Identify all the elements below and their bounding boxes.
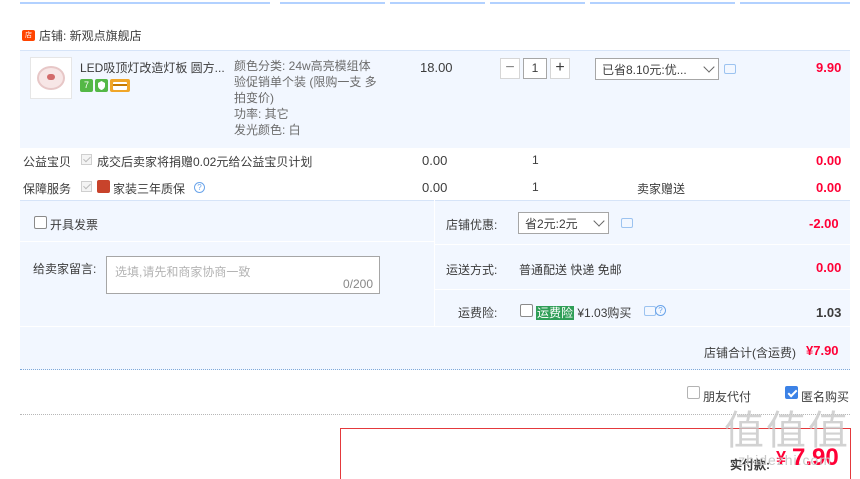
shop-discount-select[interactable]: 省2元:2元 [518, 212, 609, 234]
charity-subtotal: 0.00 [816, 153, 842, 168]
shop-row: 店 店铺: 新观点旗舰店 [22, 27, 142, 43]
warranty-label: 保障服务 [23, 182, 72, 196]
card-payment-icon[interactable] [110, 79, 130, 92]
insurance-amount: 1.03 [816, 305, 842, 320]
seven-day-return-icon[interactable]: 7 [80, 79, 93, 92]
invoice-checkbox[interactable] [34, 216, 47, 232]
charity-label: 公益宝贝 [23, 155, 72, 169]
warranty-qty: 1 [532, 180, 539, 194]
chevron-down-icon [703, 61, 715, 73]
chevron-down-icon [593, 215, 605, 227]
table-header-underline [0, 0, 860, 6]
insurance-price: ¥1.03购买 [577, 306, 632, 320]
site-watermark-url: zhidezhi.com [738, 452, 832, 468]
guarantee-icon[interactable] [95, 79, 108, 92]
invoice-label[interactable]: 开具发票 [50, 216, 98, 233]
shop-discount-value: 省2元:2元 [525, 216, 578, 231]
panel-divider [435, 289, 850, 290]
warranty-note: 卖家赠送 [637, 182, 686, 196]
sku-line: 功率: 其它 [234, 107, 289, 121]
panel-divider [435, 244, 850, 245]
item-discount-value: 已省8.10元:优... [602, 62, 687, 77]
shop-total-amount: ¥7.90 [806, 343, 839, 358]
insurance-offer: 运费险 ¥1.03购买 [536, 304, 631, 321]
quantity-input[interactable]: 1 [523, 58, 547, 79]
decrease-quantity-button[interactable]: − [500, 58, 520, 79]
sku-line: 验促销单个装 (限购一支 多 [234, 75, 377, 89]
sku-line: 拍变价) [234, 91, 274, 105]
service-badges: 7 [80, 79, 130, 92]
charity-checkbox[interactable] [81, 153, 92, 167]
product-title[interactable]: LED吸顶灯改造灯板 圆方... [80, 59, 230, 76]
shipping-method: 普通配送 快递 免邮 [519, 263, 622, 277]
item-subtotal: 9.90 [816, 60, 842, 75]
message-counter: 0/200 [342, 277, 373, 291]
chat-icon[interactable] [724, 64, 736, 74]
shop-discount-amount: -2.00 [809, 216, 839, 231]
chat-icon[interactable] [621, 218, 633, 228]
insurance-tag: 运费险 [536, 306, 575, 320]
help-icon[interactable]: ? [655, 305, 666, 316]
sku-line: 发光颜色: 白 [234, 123, 301, 137]
charity-qty: 1 [532, 153, 539, 167]
site-watermark: 值值值 [724, 408, 850, 454]
insurance-checkbox[interactable] [520, 304, 533, 320]
shipping-amount: 0.00 [816, 260, 842, 275]
tmall-store-icon: 店 [22, 29, 35, 41]
charity-text: 成交后卖家将捐赠0.02元给公益宝贝计划 [97, 155, 313, 169]
message-label: 给卖家留言: [33, 262, 97, 276]
warranty-price: 0.00 [422, 180, 448, 195]
panel-divider [434, 200, 435, 326]
warranty-text: 家装三年质保 [113, 182, 186, 196]
shop-name[interactable]: 店铺: 新观点旗舰店 [39, 27, 142, 44]
shop-total-label: 店铺合计(含运费) [704, 346, 796, 360]
help-icon[interactable]: ? [194, 182, 205, 193]
sku-line: 颜色分类: 24w高亮模组体 [234, 59, 371, 73]
charity-price: 0.00 [422, 153, 448, 168]
insurance-label: 运费险: [458, 306, 498, 320]
warranty-subtotal: 0.00 [816, 180, 842, 195]
shop-discount-label: 店铺优惠: [446, 218, 498, 232]
item-discount-select[interactable]: 已省8.10元:优... [595, 58, 719, 80]
panel-divider [20, 241, 434, 242]
home-warranty-icon [97, 180, 110, 193]
panel-divider [20, 326, 850, 327]
seller-message-input[interactable]: 选填,请先和商家协商一致 0/200 [106, 256, 380, 294]
increase-quantity-button[interactable]: + [550, 58, 570, 79]
warranty-checkbox[interactable] [81, 180, 92, 194]
quantity-stepper: − 1 + [500, 58, 570, 79]
shipping-label: 运送方式: [446, 263, 498, 277]
sku-properties: 颜色分类: 24w高亮模组体 验促销单个装 (限购一支 多 拍变价) 功率: 其… [234, 58, 394, 138]
unit-price: 18.00 [420, 60, 453, 75]
message-placeholder: 选填,请先和商家协商一致 [115, 265, 251, 279]
friend-pay-checkbox[interactable] [687, 386, 700, 402]
product-thumbnail[interactable] [30, 57, 72, 99]
